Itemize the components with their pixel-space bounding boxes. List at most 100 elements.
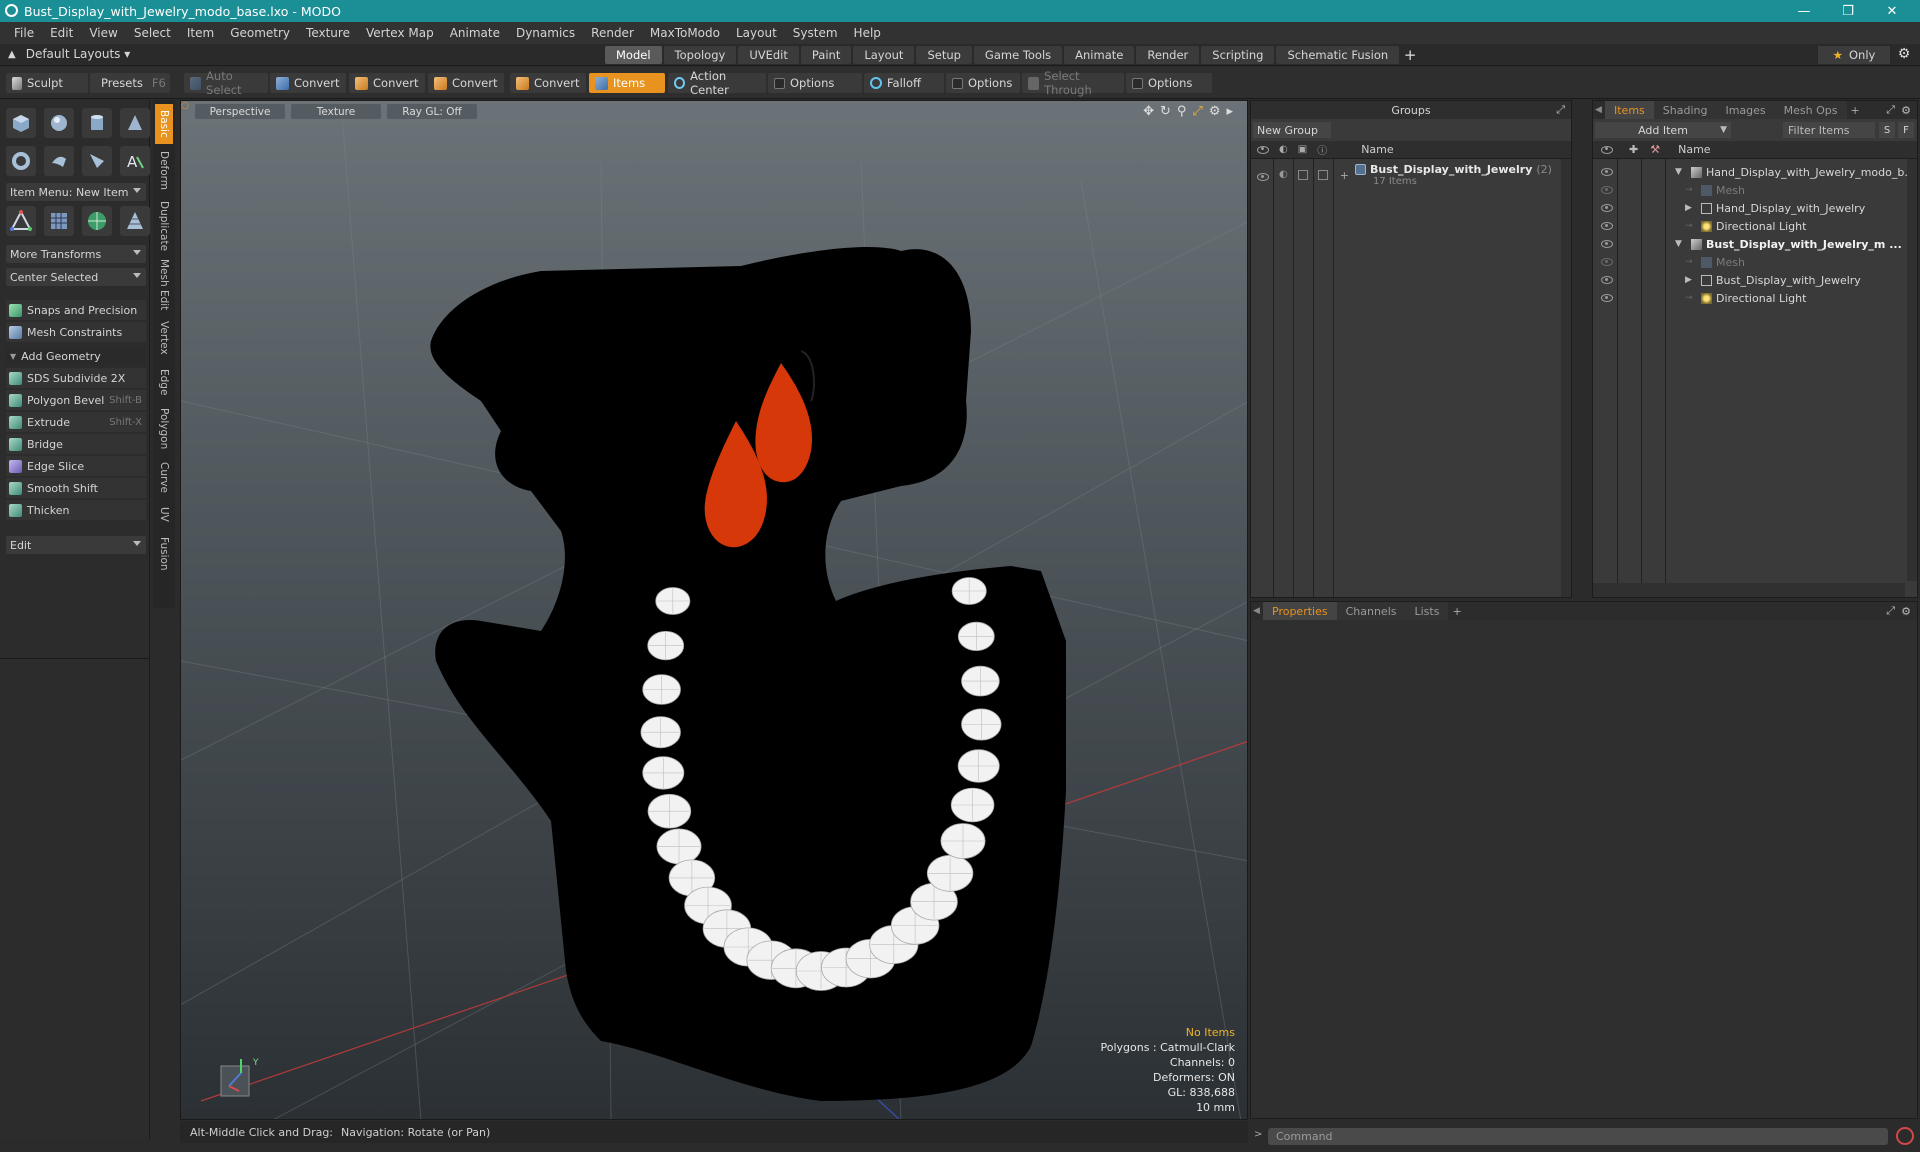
child-link-icon[interactable]: → — [1685, 185, 1697, 195]
thicken-button[interactable]: Thicken — [6, 500, 146, 520]
group-expand-icon[interactable]: + — [1340, 169, 1349, 182]
expand-down-icon[interactable]: ▼ — [1675, 167, 1687, 177]
close-icon[interactable]: ✕ — [1872, 0, 1912, 22]
visibility-icon[interactable] — [1601, 276, 1613, 284]
f-filter-button[interactable]: F — [1898, 122, 1914, 138]
layout-up-icon[interactable]: ▲ — [8, 49, 16, 60]
visibility-icon[interactable] — [1601, 222, 1613, 230]
more-transforms-dropdown[interactable]: More Transforms — [6, 245, 146, 263]
pyramid-tool-icon[interactable] — [120, 206, 150, 236]
expand-icon[interactable]: ⤢ — [1556, 103, 1565, 117]
menu-file[interactable]: File — [6, 26, 42, 40]
transform-tool-icon[interactable] — [6, 206, 36, 236]
expand-right-icon[interactable]: ▶ — [1685, 275, 1697, 285]
cylinder-primitive-icon[interactable] — [82, 108, 112, 138]
images-tab[interactable]: Images — [1716, 101, 1775, 119]
3d-viewport[interactable]: ○ Perspective Texture Ray GL: Off ✥ ↻ ⚲ … — [180, 100, 1248, 1120]
mesh-ops-tab[interactable]: Mesh Ops — [1774, 101, 1847, 119]
presets-button[interactable]: Presets F6 — [90, 73, 170, 93]
menu-vertex-map[interactable]: Vertex Map — [358, 26, 442, 40]
add-geometry-section[interactable]: ▼ Add Geometry — [6, 347, 146, 365]
visibility-icon[interactable] — [1601, 240, 1613, 248]
edge-slice-button[interactable]: Edge Slice — [6, 456, 146, 476]
bridge-button[interactable]: Bridge — [6, 434, 146, 454]
add-tab-icon[interactable]: + — [1401, 46, 1419, 64]
center-selected-dropdown[interactable]: Center Selected — [6, 268, 146, 286]
sidetab-deform[interactable]: Deform — [155, 148, 173, 194]
menu-system[interactable]: System — [785, 26, 846, 40]
tab-uvedit[interactable]: UVEdit — [738, 46, 799, 64]
text-tool-icon[interactable]: A — [120, 146, 150, 176]
cube-primitive-icon[interactable] — [6, 108, 36, 138]
sidetab-polygon[interactable]: Polygon — [155, 404, 173, 454]
tab-scripting[interactable]: Scripting — [1201, 46, 1275, 64]
convert-vertices-button[interactable]: Convert — [270, 73, 346, 93]
sidetab-curve[interactable]: Curve — [155, 458, 173, 496]
group-row[interactable]: ◐ + Bust_Display_with_Jewelry (2) 17 Ite… — [1251, 163, 1571, 195]
menu-select[interactable]: Select — [126, 26, 179, 40]
filter-items-input[interactable]: Filter Items — [1783, 122, 1875, 138]
list-item[interactable]: → Directional Light — [1593, 289, 1917, 307]
child-link-icon[interactable]: → — [1685, 221, 1697, 231]
group-lock-checkbox[interactable] — [1297, 170, 1308, 180]
tab-setup[interactable]: Setup — [916, 46, 972, 64]
tab-layout[interactable]: Layout — [853, 46, 915, 64]
auto-select-button[interactable]: Auto Select — [184, 69, 268, 97]
pan-icon[interactable]: ✥ — [1143, 104, 1154, 119]
cone-primitive-icon[interactable] — [120, 108, 150, 138]
view-mode-dropdown[interactable]: Perspective — [195, 104, 285, 119]
groups-scrollbar[interactable] — [1561, 159, 1571, 597]
list-item[interactable]: → Directional Light — [1593, 217, 1917, 235]
sidetab-mesh-edit[interactable]: Mesh Edit — [155, 258, 173, 312]
default-layouts-dropdown[interactable]: Default Layouts ▾ — [26, 47, 131, 61]
child-link-icon[interactable]: → — [1685, 257, 1697, 267]
convert-polygons-button[interactable]: Convert — [428, 73, 504, 93]
group-select-checkbox[interactable] — [1317, 170, 1328, 180]
tab-paint[interactable]: Paint — [800, 46, 852, 64]
list-item[interactable]: ▶ Hand_Display_with_Jewelry — [1593, 199, 1917, 217]
expand-right-icon[interactable]: ▶ — [1685, 203, 1697, 213]
menu-maxtomodo[interactable]: MaxToModo — [642, 26, 728, 40]
torus-primitive-icon[interactable] — [6, 146, 36, 176]
expand-down-icon[interactable]: ▼ — [1675, 239, 1687, 249]
raygl-dropdown[interactable]: Ray GL: Off — [387, 104, 477, 119]
new-group-button[interactable]: New Group — [1253, 122, 1331, 138]
shading-dropdown[interactable]: Texture — [291, 104, 381, 119]
select-through-options-button[interactable]: Options — [1126, 73, 1212, 93]
rotate-icon[interactable]: ↻ — [1160, 104, 1171, 119]
minimize-icon[interactable]: — — [1784, 0, 1824, 22]
expand-icon[interactable]: ⤢ — [1886, 103, 1895, 117]
add-tab-icon[interactable]: + — [1452, 605, 1461, 618]
tab-schematic-fusion[interactable]: Schematic Fusion — [1276, 46, 1400, 64]
add-item-button[interactable]: Add Item ▼ — [1595, 122, 1731, 138]
add-tab-icon[interactable]: + — [1851, 104, 1860, 117]
tab-animate[interactable]: Animate — [1064, 46, 1135, 64]
menu-edit[interactable]: Edit — [42, 26, 81, 40]
list-item[interactable]: → Mesh — [1593, 253, 1917, 271]
items-tab[interactable]: Items — [1605, 101, 1654, 119]
lists-tab[interactable]: Lists — [1405, 602, 1449, 620]
tab-topology[interactable]: Topology — [663, 46, 737, 64]
properties-panel-grip[interactable]: ◀ — [1253, 606, 1263, 616]
visibility-icon[interactable] — [1601, 294, 1613, 302]
edit-dropdown[interactable]: Edit — [6, 536, 146, 554]
convert-items-button[interactable]: Convert — [510, 73, 586, 93]
group-visibility-icon[interactable] — [1257, 173, 1269, 181]
items-panel-grip[interactable]: ◀ — [1595, 105, 1605, 115]
fit-icon[interactable]: ⤢ — [1192, 104, 1202, 119]
select-through-button[interactable]: Select Through — [1022, 69, 1124, 97]
sidetab-fusion[interactable]: Fusion — [155, 532, 173, 576]
visibility-icon[interactable] — [1601, 204, 1613, 212]
sidetab-duplicate[interactable]: Duplicate — [155, 198, 173, 254]
channels-tab[interactable]: Channels — [1336, 602, 1406, 620]
action-center-options-button[interactable]: Options — [768, 73, 862, 93]
group-render-icon[interactable]: ◐ — [1279, 169, 1288, 180]
gear-icon[interactable]: ⚙ — [1895, 46, 1913, 64]
restore-icon[interactable]: ❐ — [1828, 0, 1868, 22]
shading-tab[interactable]: Shading — [1653, 101, 1717, 119]
mesh-constraints-button[interactable]: Mesh Constraints — [6, 322, 146, 342]
convert-edges-button[interactable]: Convert — [349, 73, 425, 93]
only-button[interactable]: ★ Only — [1818, 46, 1890, 64]
menu-item[interactable]: Item — [179, 26, 222, 40]
tab-game-tools[interactable]: Game Tools — [973, 46, 1063, 64]
